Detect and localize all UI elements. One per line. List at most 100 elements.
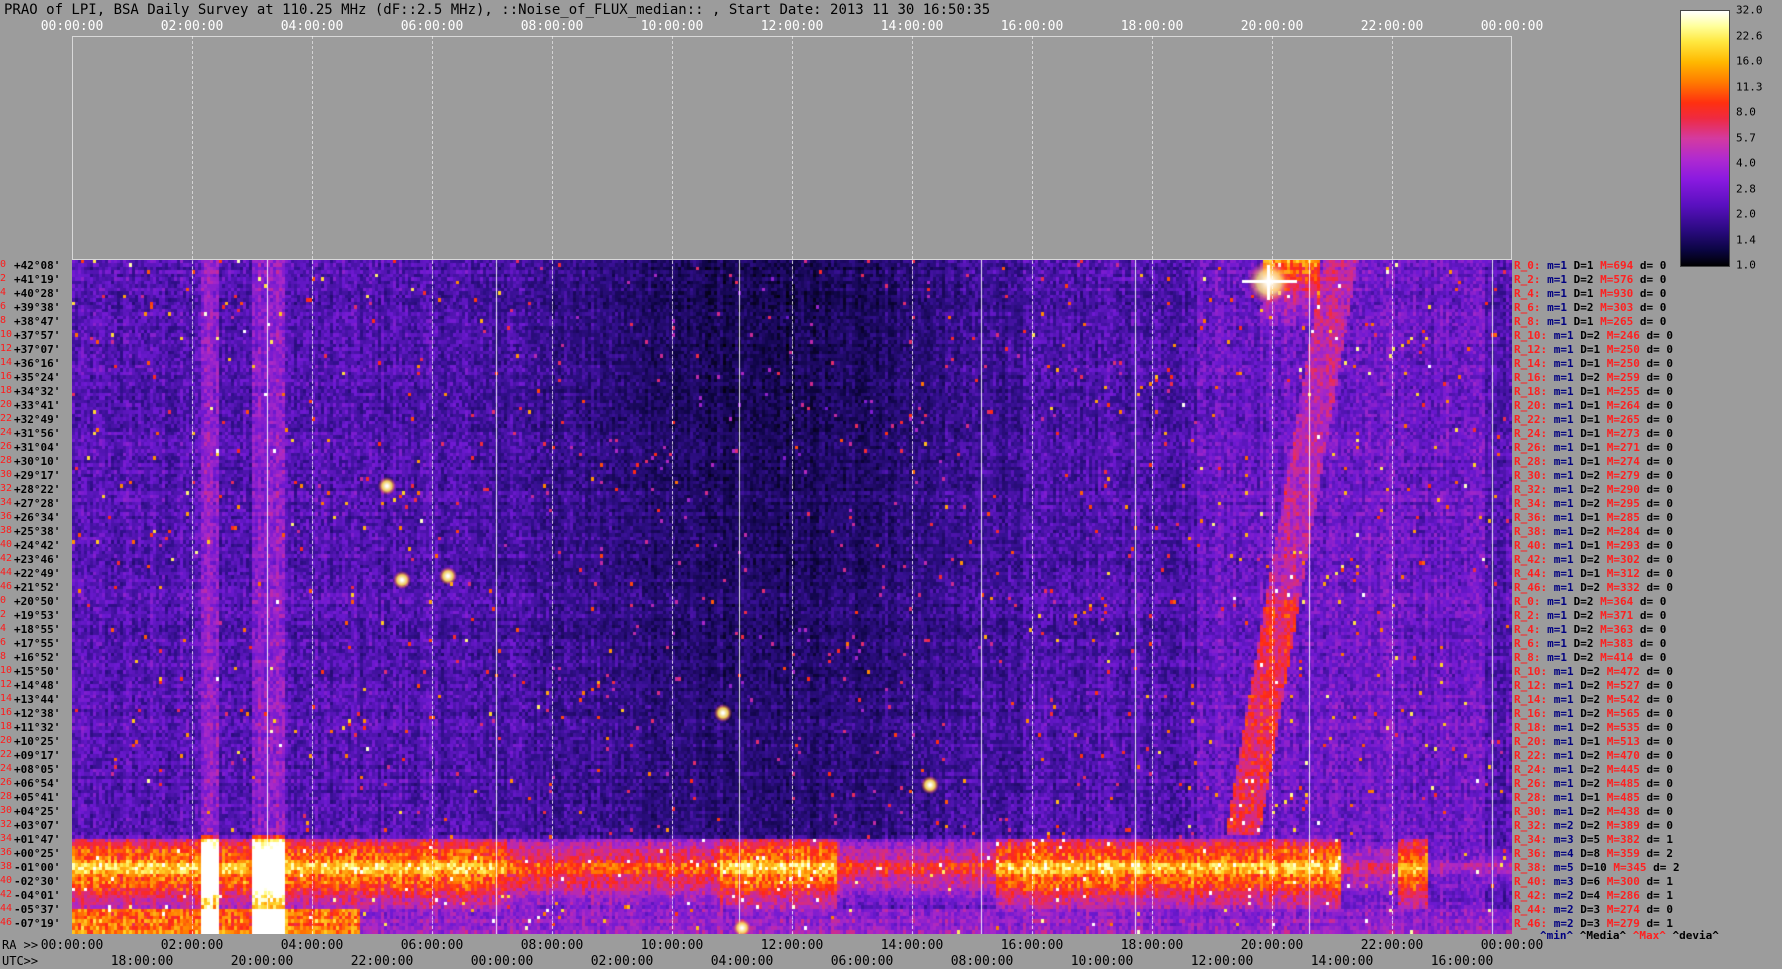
row-stat: R_10: m=1 D=2 M=472 d= 0	[1514, 665, 1673, 678]
stat-field: m=1	[1547, 651, 1574, 664]
stat-field: M=271	[1606, 441, 1647, 454]
stat-field: R_10:	[1514, 665, 1554, 678]
declination-label: +10°25'	[14, 735, 61, 748]
stat-field: M=332	[1606, 581, 1647, 594]
stat-field: D=1	[1580, 399, 1607, 412]
declination-label: -05°37'	[14, 903, 61, 916]
stat-field: d= 0	[1639, 287, 1667, 300]
declination-label: +37°57'	[14, 329, 61, 342]
ra-tick-label: 14:00:00	[880, 938, 944, 953]
stat-field: m=1	[1547, 315, 1574, 328]
stat-field: M=286	[1606, 889, 1647, 902]
stat-field: d= 0	[1646, 329, 1674, 342]
stat-field: R_18:	[1514, 385, 1554, 398]
utc-tick-label: 04:00:00	[710, 954, 774, 969]
stat-field: D=1	[1573, 259, 1601, 272]
stat-field: d= 0	[1646, 441, 1674, 454]
stat-field: m=2	[1553, 917, 1581, 930]
stat-field: D=2	[1580, 525, 1607, 538]
stat-field: m=1	[1547, 259, 1574, 272]
declination-label: -01°00'	[14, 861, 61, 874]
stat-field: M=371	[1600, 609, 1640, 622]
row-number: 2	[0, 609, 7, 620]
row-stat: R_8: m=1 D=1 M=265 d= 0	[1514, 315, 1666, 328]
stat-field: R_22:	[1514, 413, 1554, 426]
stat-field: R_32:	[1514, 819, 1554, 832]
utc-tick-label: 10:00:00	[1070, 954, 1134, 969]
declination-label: +24°42'	[14, 539, 61, 552]
stat-field: D=1	[1580, 343, 1607, 356]
declination-label: +11°32'	[14, 721, 61, 734]
stat-field: d= 0	[1646, 357, 1674, 370]
row-stat: R_14: m=1 D=1 M=250 d= 0	[1514, 357, 1673, 370]
legend-min: ^min^	[1540, 929, 1574, 942]
stat-field: d= 0	[1646, 735, 1674, 748]
stat-field: M=565	[1606, 707, 1647, 720]
stat-field: R_0:	[1514, 595, 1548, 608]
stat-field: m=1	[1553, 469, 1581, 482]
stat-field: m=1	[1553, 455, 1581, 468]
row-number: 40	[0, 539, 13, 550]
declination-label: +06°54'	[14, 777, 61, 790]
stat-field: D=2	[1580, 777, 1607, 790]
stat-field: d= 0	[1646, 581, 1674, 594]
stat-field: m=1	[1553, 357, 1581, 370]
declination-label: +23°46'	[14, 553, 61, 566]
stat-field: D=1	[1580, 455, 1607, 468]
stat-field: d= 0	[1639, 301, 1667, 314]
utc-tick-label: 06:00:00	[830, 954, 894, 969]
declination-label: +00°25'	[14, 847, 61, 860]
stat-field: R_20:	[1514, 399, 1554, 412]
row-number: 18	[0, 721, 13, 732]
stat-field: d= 1	[1646, 917, 1674, 930]
row-stat: R_4: m=1 D=2 M=363 d= 0	[1514, 623, 1666, 636]
stat-field: d= 0	[1646, 371, 1674, 384]
row-number: 26	[0, 777, 13, 788]
stat-field: M=383	[1600, 637, 1640, 650]
declination-label: -07°19'	[14, 917, 61, 930]
ra-tick-label: 08:00:00	[520, 938, 584, 953]
row-number: 46	[0, 581, 13, 592]
stat-field: R_12:	[1514, 679, 1554, 692]
declination-label: +21°52'	[14, 581, 61, 594]
row-number: 14	[0, 357, 13, 368]
stat-field: m=1	[1553, 721, 1581, 734]
stat-field: D=2	[1580, 679, 1607, 692]
row-stat: R_38: m=5 D=10 M=345 d= 2	[1514, 861, 1680, 874]
declination-label: +41°19'	[14, 273, 61, 286]
row-stat: R_16: m=1 D=2 M=259 d= 0	[1514, 371, 1673, 384]
stat-field: R_44:	[1514, 567, 1554, 580]
row-stat: R_38: m=1 D=2 M=284 d= 0	[1514, 525, 1673, 538]
row-number: 20	[0, 735, 13, 746]
stat-field: R_38:	[1514, 525, 1554, 538]
stat-field: M=382	[1606, 833, 1647, 846]
stat-field: d= 2	[1646, 847, 1674, 860]
stat-field: d= 0	[1646, 903, 1674, 916]
stat-field: d= 0	[1639, 259, 1667, 272]
stat-field: D=2	[1573, 301, 1601, 314]
row-number: 6	[0, 637, 7, 648]
stat-field: D=1	[1573, 287, 1601, 300]
stat-field: m=1	[1553, 581, 1581, 594]
stat-field: D=2	[1580, 483, 1607, 496]
gridline	[1392, 36, 1393, 934]
declination-label: +31°56'	[14, 427, 61, 440]
legend-media: ^Media^	[1579, 929, 1627, 942]
colorbar-tick-label: 32.0	[1736, 3, 1763, 17]
declination-label: +36°16'	[14, 357, 61, 370]
row-number: 36	[0, 511, 13, 522]
stat-field: d= 0	[1646, 455, 1674, 468]
stat-field: d= 0	[1639, 651, 1667, 664]
stat-field: d= 0	[1646, 805, 1674, 818]
stat-field: M=312	[1606, 567, 1647, 580]
utc-tick-label: 02:00:00	[590, 954, 654, 969]
stat-field: M=302	[1606, 553, 1647, 566]
stat-field: M=470	[1606, 749, 1647, 762]
stat-field: D=2	[1573, 651, 1601, 664]
stat-field: d= 0	[1646, 385, 1674, 398]
stat-field: D=2	[1580, 329, 1607, 342]
row-number: 16	[0, 371, 13, 382]
stat-field: M=576	[1600, 273, 1640, 286]
stat-field: D=1	[1580, 413, 1607, 426]
declination-label: +22°49'	[14, 567, 61, 580]
